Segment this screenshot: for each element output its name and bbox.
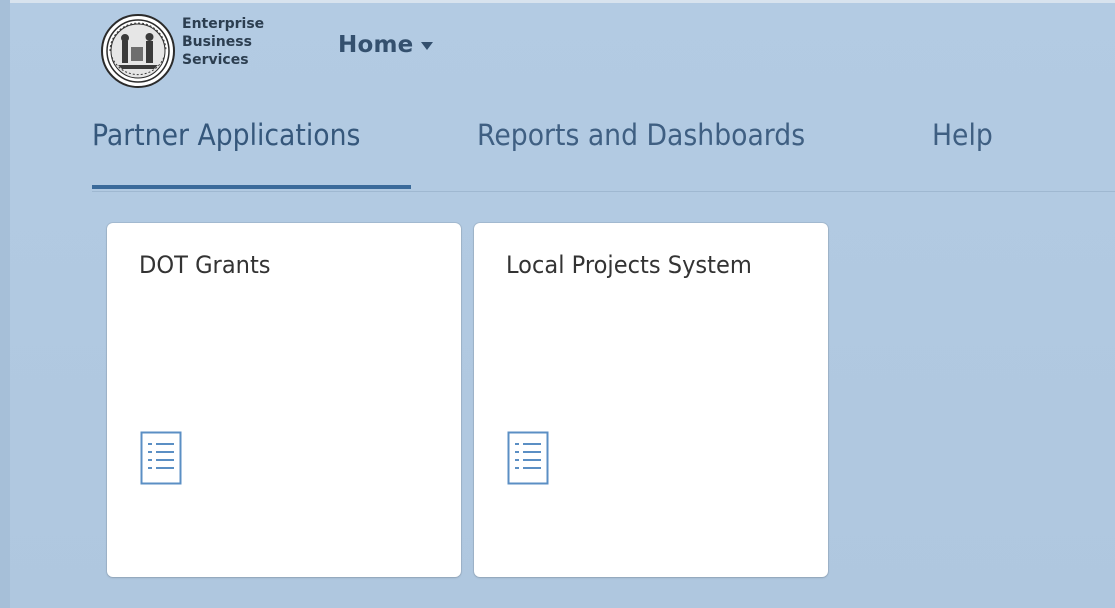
tab-partner-applications[interactable]: Partner Applications [92,118,360,152]
tile-local-projects-system[interactable]: Local Projects System [474,223,828,577]
list-document-icon [507,431,549,485]
state-seal-icon[interactable] [100,13,176,89]
logo-line-enterprise: Enterprise [182,16,265,32]
left-edge-strip [0,0,10,608]
top-border [0,0,1115,3]
tab-help[interactable]: Help [932,118,993,152]
home-menu-button[interactable]: Home [338,32,434,58]
tile-dot-grants[interactable]: DOT Grants [107,223,461,577]
list-document-icon [140,431,182,485]
selected-tab-indicator [92,185,411,189]
caret-down-icon [421,42,434,50]
home-menu-label: Home [338,32,414,58]
tile-title: Local Projects System [506,251,752,279]
app-page: Enterprise Business Services Home Partne… [0,0,1115,608]
logo-wordmark: Enterprise Business Services [182,15,264,69]
logo-line-business: Business [182,34,252,50]
tab-bar: Partner Applications Reports and Dashboa… [92,118,1115,192]
logo-line-services: Services [182,52,249,68]
tile-title: DOT Grants [139,251,271,279]
tab-bar-divider [92,191,1115,192]
tab-reports-and-dashboards[interactable]: Reports and Dashboards [477,118,805,152]
